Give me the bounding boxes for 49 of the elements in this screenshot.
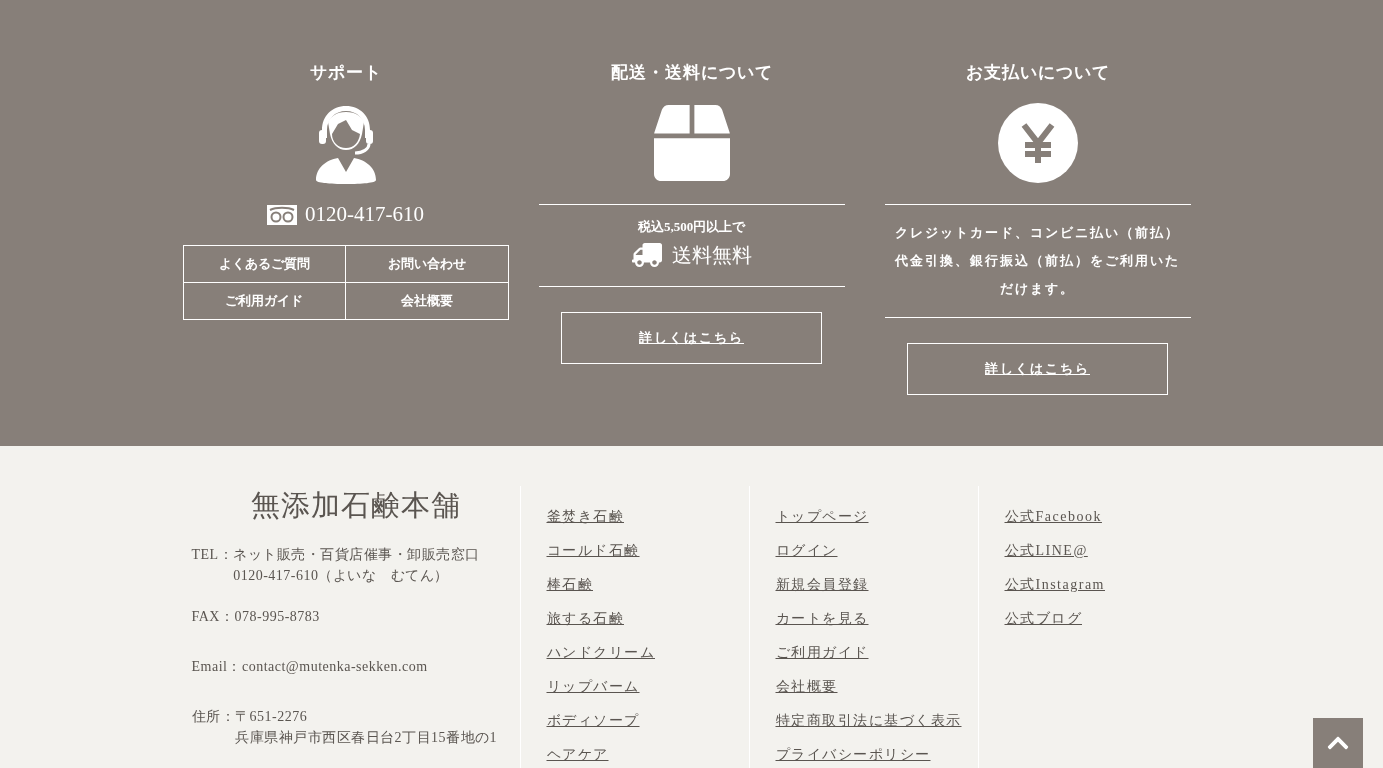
section-title: お支払いについて: [965, 62, 1110, 84]
phone-number: 0120-417-610: [305, 202, 424, 227]
truck-icon: [631, 240, 662, 270]
footer-link[interactable]: カートを見る: [775, 608, 978, 630]
footer-link[interactable]: ボディソープ: [546, 710, 749, 732]
footer-link[interactable]: リップバーム: [546, 676, 749, 698]
shipping-condition: 税込5,500円以上で: [637, 218, 746, 236]
footer-link[interactable]: 公式Instagram: [1004, 574, 1207, 596]
contact-text: 078-995-8783: [234, 608, 320, 626]
back-to-top-button[interactable]: [1313, 718, 1363, 768]
section-title: 配送・送料について: [610, 62, 773, 84]
footer-link[interactable]: ご利用ガイド: [775, 642, 978, 664]
free-dial-icon: [267, 204, 297, 225]
footer-link[interactable]: ハンドクリーム: [546, 642, 749, 664]
footer-link[interactable]: ログイン: [775, 540, 978, 562]
contact-text: 〒651-2276: [235, 708, 309, 726]
support-link[interactable]: ご利用ガイド: [183, 283, 346, 319]
support-link[interactable]: 会社概要: [345, 283, 508, 319]
footer-link[interactable]: ヘアケア: [546, 744, 749, 766]
yen-coin-icon: [997, 103, 1078, 183]
contact-text: 兵庫県神戸市西区春日台2丁目15番地の1: [235, 729, 497, 747]
footer-link[interactable]: コールド石鹸: [546, 540, 749, 562]
footer-link[interactable]: 釜焚き石鹸: [546, 506, 749, 528]
payment-methods-text: クレジットカード、コンビニ払い（前払）代金引換、銀行振込（前払）をご利用いただけます。: [893, 224, 1181, 298]
footer-link[interactable]: 旅する石鹸: [546, 608, 749, 630]
footer-link[interactable]: 公式ブログ: [1004, 608, 1207, 630]
contact-text: 0120-417-610（よいな むてん）: [233, 567, 450, 585]
contact-label: TEL：: [191, 546, 234, 564]
footer-link[interactable]: プライバシーポリシー: [775, 744, 978, 766]
brand-name: 無添加石鹸本舗: [249, 488, 462, 523]
section-title: サポート: [309, 62, 382, 84]
support-link[interactable]: お問い合わせ: [345, 246, 508, 283]
footer-link[interactable]: 特定商取引法に基づく表示: [775, 710, 978, 732]
contact-label: Email：: [191, 658, 242, 676]
contact-label: FAX：: [191, 608, 235, 626]
contact-text: contact@mutenka-sekken.com: [241, 658, 428, 676]
footer-link[interactable]: 新規会員登録: [775, 574, 978, 596]
footer-link[interactable]: 公式LINE@: [1004, 540, 1207, 562]
footer-link[interactable]: トップページ: [775, 506, 978, 528]
free-shipping-label: 送料無料: [671, 242, 752, 268]
footer-link[interactable]: 棒石鹸: [546, 574, 749, 596]
details-button[interactable]: 詳しくはこちら: [561, 312, 822, 364]
contact-label: 住所：: [191, 708, 235, 726]
contact-text: ネット販売・百貨店催事・卸販売窓口: [233, 546, 480, 564]
support-link[interactable]: よくあるご質問: [183, 246, 346, 283]
box-icon: [653, 105, 730, 181]
footer-link[interactable]: 公式Facebook: [1004, 506, 1207, 528]
footer-link[interactable]: 会社概要: [775, 676, 978, 698]
details-button[interactable]: 詳しくはこちら: [907, 343, 1168, 395]
